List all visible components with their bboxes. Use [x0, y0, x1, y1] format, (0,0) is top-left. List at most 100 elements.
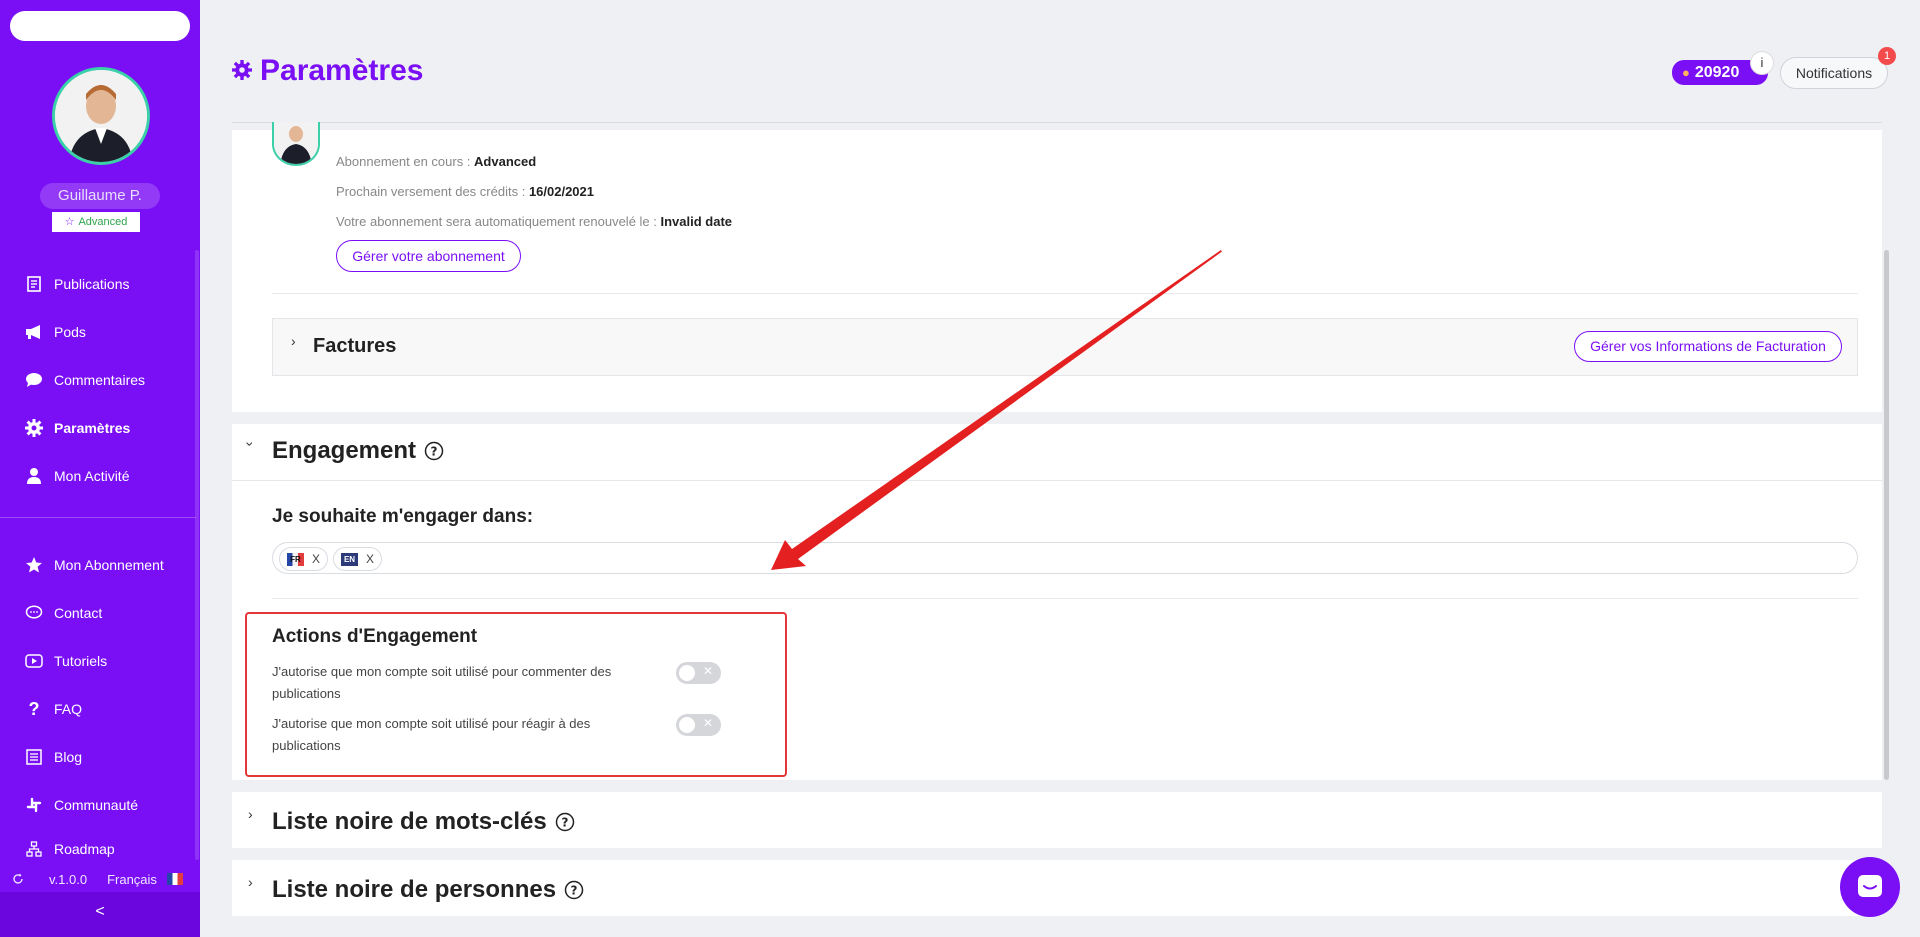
help-icon[interactable]: ?	[564, 880, 584, 900]
divider	[232, 480, 1882, 481]
user-name[interactable]: Guillaume P.	[40, 183, 160, 209]
coins-icon: ●	[1682, 65, 1690, 80]
billing-info-button[interactable]: Gérer vos Informations de Facturation	[1574, 331, 1842, 362]
sidebar-item-pods[interactable]: Pods	[0, 308, 196, 356]
sidebar-divider	[0, 517, 196, 518]
sidebar-item-roadmap[interactable]: Roadmap	[0, 829, 196, 869]
sidebar-item-label: Paramètres	[54, 420, 131, 436]
sidebar-item-mon-activite[interactable]: Mon Activité	[0, 452, 196, 500]
sidebar-footer: v.1.0.0 Français	[0, 866, 200, 892]
newspaper-icon	[24, 747, 44, 767]
subscription-current: Abonnement en cours : Advanced	[336, 154, 536, 169]
help-icon[interactable]: ?	[555, 812, 575, 832]
search-input[interactable]	[10, 11, 190, 41]
chevron-right-icon[interactable]: ›	[248, 806, 253, 822]
chat-bubble-icon	[24, 603, 44, 623]
manage-subscription-button[interactable]: Gérer votre abonnement	[336, 240, 521, 272]
refresh-icon[interactable]	[12, 873, 26, 885]
sidebar-item-label: Roadmap	[54, 841, 115, 857]
language-tag-fr: FR X	[279, 547, 329, 571]
chevron-down-icon[interactable]: ›	[242, 442, 258, 447]
action-comment-line1: J'autorise que mon compte soit utilisé p…	[272, 664, 612, 679]
toggle-knob	[679, 665, 695, 681]
gear-icon	[232, 54, 252, 88]
action-react-line2: publications	[272, 738, 341, 753]
sidebar-item-label: Communauté	[54, 797, 139, 813]
remove-tag-icon[interactable]: X	[312, 552, 320, 566]
comment-permission-toggle[interactable]: ✕	[676, 662, 721, 684]
action-react-label: J'autorise que mon compte soit utilisé p…	[272, 713, 672, 757]
flag-fr-icon: FR	[287, 552, 304, 566]
remove-tag-icon[interactable]: X	[366, 552, 374, 566]
user-icon	[24, 466, 44, 486]
slack-icon	[24, 795, 44, 815]
engagement-header[interactable]: Engagement ?	[272, 437, 444, 465]
megaphone-icon	[24, 322, 44, 342]
chat-widget-button[interactable]	[1840, 857, 1900, 917]
sidebar-item-faq[interactable]: ? FAQ	[0, 685, 196, 733]
avatar[interactable]	[52, 67, 150, 165]
credits-value: 20920	[1694, 64, 1740, 81]
language-selector[interactable]: Français	[107, 872, 157, 887]
react-permission-toggle[interactable]: ✕	[676, 714, 721, 736]
star-outline-icon: ☆	[64, 216, 75, 228]
keywords-blacklist-header[interactable]: Liste noire de mots-clés ?	[272, 808, 575, 836]
subscription-current-label: Abonnement en cours :	[336, 154, 471, 169]
sidebar-item-parametres[interactable]: Paramètres	[0, 404, 196, 452]
sidebar-item-label: Blog	[54, 749, 83, 765]
help-icon[interactable]: ?	[424, 441, 444, 461]
subscription-next-value: 16/02/2021	[528, 184, 595, 199]
language-multiselect[interactable]: FR X EN X	[272, 542, 1858, 574]
page-title: Paramètres	[232, 54, 423, 88]
sidebar-item-blog[interactable]: Blog	[0, 733, 196, 781]
close-icon: ✕	[702, 716, 713, 730]
subscription-renewal-value: Invalid date	[660, 214, 733, 229]
app-version: v.1.0.0	[49, 871, 88, 887]
question-icon: ?	[28, 698, 40, 719]
sidebar-item-label: FAQ	[54, 701, 83, 717]
action-react-line1: J'autorise que mon compte soit utilisé p…	[272, 716, 591, 731]
sidebar-item-label: Mon Activité	[54, 468, 130, 484]
sidebar-collapse-button[interactable]: <	[0, 892, 200, 937]
chevron-right-icon[interactable]: ›	[248, 874, 253, 890]
sidebar-item-contact[interactable]: Contact	[0, 589, 196, 637]
sitemap-icon	[24, 839, 44, 859]
sidebar-item-label: Commentaires	[54, 372, 146, 388]
action-comment-label: J'autorise que mon compte soit utilisé p…	[272, 661, 672, 705]
notifications-button[interactable]: Notifications	[1780, 57, 1888, 89]
close-icon: ✕	[702, 664, 713, 678]
page-title-text: Paramètres	[260, 54, 424, 87]
notifications-count-badge: 1	[1878, 47, 1896, 65]
svg-text:?: ?	[571, 884, 578, 898]
action-comment-line2: publications	[272, 686, 341, 701]
sidebar-item-communaute[interactable]: Communauté	[0, 781, 196, 829]
subscription-renewal: Votre abonnement sera automatiquement re…	[336, 214, 732, 229]
sidebar-item-label: Publications	[54, 276, 130, 292]
flag-en-icon: EN	[341, 552, 358, 566]
sidebar-scrollbar[interactable]	[195, 250, 199, 860]
sidebar-item-label: Pods	[54, 324, 86, 340]
subscription-next-label: Prochain versement des crédits :	[336, 184, 526, 199]
people-blacklist-header[interactable]: Liste noire de personnes ?	[272, 876, 584, 904]
language-tag-en: EN X	[333, 547, 383, 571]
profile-photo	[274, 122, 318, 164]
subscription-current-value: Advanced	[474, 154, 537, 169]
svg-text:?: ?	[431, 445, 438, 459]
subscription-renewal-label: Votre abonnement sera automatiquement re…	[336, 214, 657, 229]
gear-icon	[24, 418, 44, 438]
sidebar-item-label: Mon Abonnement	[54, 557, 164, 573]
people-blacklist-title: Liste noire de personnes	[272, 876, 557, 903]
sidebar-nav-secondary: Mon Abonnement Contact Tutoriels ? FAQ B…	[0, 541, 196, 869]
plan-badge: ☆ Advanced	[52, 212, 140, 232]
star-icon	[24, 555, 44, 575]
comment-icon	[24, 370, 44, 390]
credits-info-button[interactable]: i	[1751, 52, 1773, 74]
main-scrollbar[interactable]	[1884, 250, 1889, 780]
sidebar-item-label: Tutoriels	[54, 653, 108, 669]
sidebar-item-commentaires[interactable]: Commentaires	[0, 356, 196, 404]
sidebar-item-mon-abonnement[interactable]: Mon Abonnement	[0, 541, 196, 589]
sidebar-item-tutoriels[interactable]: Tutoriels	[0, 637, 196, 685]
sidebar-item-publications[interactable]: Publications	[0, 260, 196, 308]
profile-photo	[55, 70, 147, 162]
document-icon	[24, 274, 44, 294]
